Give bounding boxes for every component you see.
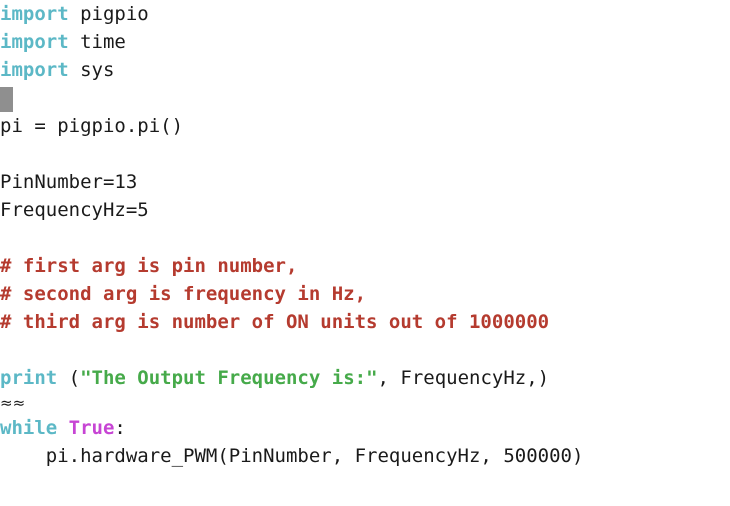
code-editor[interactable]: import pigpio import time import sys pi = … [0, 0, 730, 506]
code-token-plain: FrequencyHz=5 [0, 199, 149, 221]
code-token-comment: # second arg is frequency in Hz, [0, 283, 367, 305]
code-line[interactable] [0, 336, 730, 364]
code-line[interactable] [0, 224, 730, 252]
code-line[interactable]: pi.hardware_PWM(PinNumber, FrequencyHz, … [0, 442, 730, 470]
code-line[interactable] [0, 140, 730, 168]
code-token-keyword: import [0, 3, 69, 25]
text-cursor [0, 87, 13, 112]
code-token-plain: , FrequencyHz,) [377, 367, 550, 389]
code-token-plain: ≈≈ [0, 394, 26, 412]
code-text-area[interactable]: import pigpio import time import sys pi = … [0, 0, 730, 470]
code-token-plain: pi = pigpio.pi() [0, 115, 184, 137]
code-token-plain: pi.hardware_PWM(PinNumber, FrequencyHz, … [0, 445, 584, 467]
code-token-keyword: import [0, 31, 69, 53]
code-token-string: "The Output Frequency is:" [80, 367, 378, 389]
code-token-plain: sys [68, 59, 115, 81]
code-token-comment: # first arg is pin number, [0, 255, 298, 277]
code-token-plain: : [114, 417, 126, 439]
code-token-plain: ( [57, 367, 81, 389]
code-token-plain: PinNumber=13 [0, 171, 138, 193]
code-token-keyword: import [0, 59, 69, 81]
code-line[interactable]: import pigpio [0, 0, 730, 28]
code-token-comment: # third arg is number of ON units out of… [0, 311, 550, 333]
code-line[interactable]: while True: [0, 414, 730, 442]
code-line[interactable]: # first arg is pin number, [0, 252, 730, 280]
code-line[interactable]: import time [0, 28, 730, 56]
code-line[interactable]: import sys [0, 56, 730, 84]
code-token-keyword: while [0, 417, 58, 439]
code-token-constant: True [68, 417, 115, 439]
code-token-builtin: print [0, 367, 58, 389]
code-token-plain: time [68, 31, 126, 53]
code-token-plain: pigpio [68, 3, 149, 25]
code-line[interactable]: # third arg is number of ON units out of… [0, 308, 730, 336]
code-line[interactable]: # second arg is frequency in Hz, [0, 280, 730, 308]
code-glyph-line[interactable]: ≈≈ [0, 392, 730, 414]
code-line[interactable]: print ("The Output Frequency is:", Frequ… [0, 364, 730, 392]
code-line[interactable]: FrequencyHz=5 [0, 196, 730, 224]
code-line[interactable] [0, 84, 730, 112]
code-line[interactable]: pi = pigpio.pi() [0, 112, 730, 140]
code-line[interactable]: PinNumber=13 [0, 168, 730, 196]
